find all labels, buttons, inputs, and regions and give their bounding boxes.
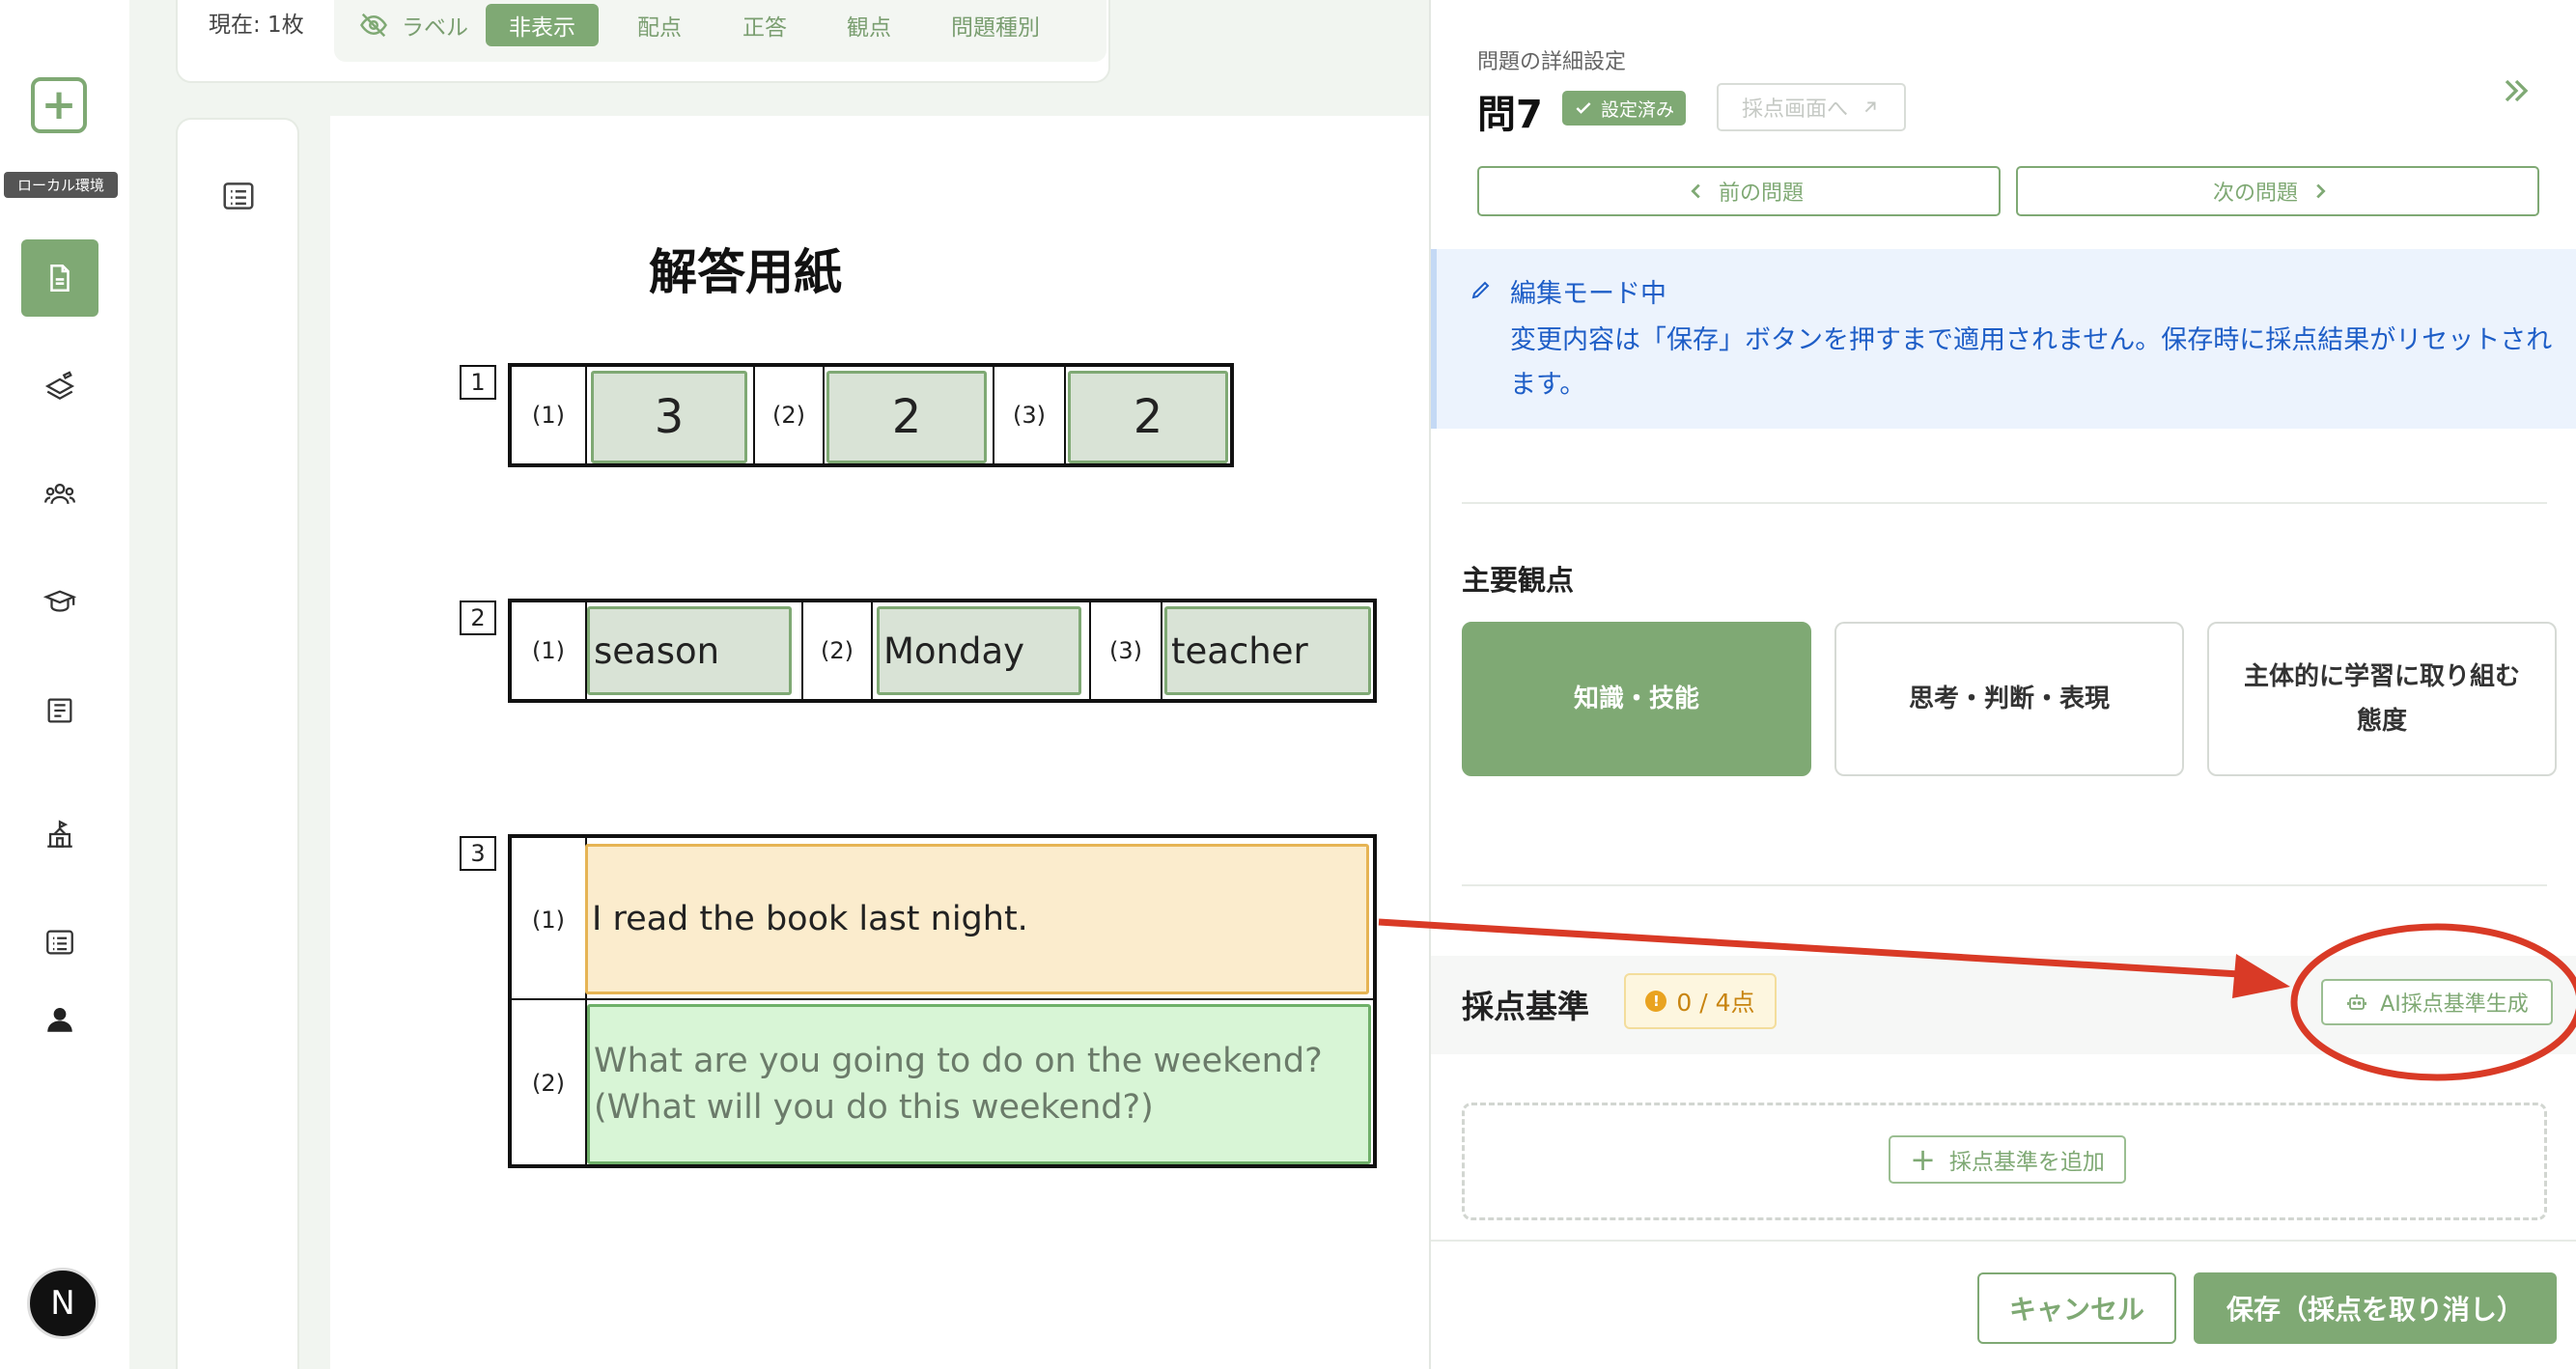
viewpoint-knowledge-skill[interactable]: 知識・技能 xyxy=(1462,622,1811,776)
edit-mode-text: 変更内容は「保存」ボタンを押すまで適用されません。保存時に採点結果がリセットされ… xyxy=(1510,325,2553,400)
sub-question-label: (3) xyxy=(1089,602,1162,699)
divider xyxy=(1462,502,2547,504)
environment-badge: ローカル環境 xyxy=(4,172,118,198)
viewpoint-label: 思考・判断・表現 xyxy=(1908,684,2110,713)
warning-icon: ! xyxy=(1645,991,1667,1012)
collapse-panel-icon[interactable] xyxy=(2497,71,2535,110)
sub-question-label: (1) xyxy=(512,838,587,1002)
answer-box[interactable]: season xyxy=(587,606,792,695)
row-divider xyxy=(510,998,1375,1000)
sub-question-label: (2) xyxy=(801,602,873,699)
add-criteria-button[interactable]: + 採点基準を追加 xyxy=(1889,1135,2126,1184)
viewpoint-label: 知識・技能 xyxy=(1573,684,1699,713)
tab-label-text: ラベル xyxy=(402,15,468,41)
school-icon xyxy=(47,820,72,848)
document-icon xyxy=(50,264,70,293)
status-badge: 設定済み xyxy=(1562,91,1687,126)
stack-pen-icon xyxy=(44,371,75,401)
avatar[interactable]: N xyxy=(27,1268,98,1339)
sidebar-item-groups[interactable] xyxy=(21,456,98,533)
chevron-left-icon xyxy=(1691,183,1700,199)
answer-box-selected[interactable]: I read the book last night. xyxy=(585,844,1369,994)
display-toolbar: 現在: 1枚 ラベル 非表示 配点 正答 観点 問題種別 xyxy=(176,0,1110,83)
question-number: 1 xyxy=(460,365,496,400)
sidebar-item-books[interactable] xyxy=(21,672,98,749)
outline-panel xyxy=(176,118,299,1369)
eye-off-icon xyxy=(360,13,387,38)
viewpoint-attitude[interactable]: 主体的に学習に取り組む 態度 xyxy=(2207,622,2557,776)
sidebar-item-account[interactable] xyxy=(21,981,98,1058)
grading-screen-link[interactable]: 採点画面へ xyxy=(1717,83,1906,131)
tab-points[interactable]: 配点 xyxy=(614,4,705,46)
sub-question-label: (2) xyxy=(512,1002,587,1164)
criteria-points: 0 / 4点 xyxy=(1676,989,1755,1017)
answer-line: (What will you do this weekend?) xyxy=(594,1088,1154,1127)
viewpoint-label-line2: 態度 xyxy=(2356,707,2407,736)
add-criteria-label: 採点基準を追加 xyxy=(1948,1150,2105,1175)
edit-mode-title: 編集モード中 xyxy=(1510,279,1666,309)
answer-sheet-preview xyxy=(330,116,1431,1369)
cancel-button[interactable]: キャンセル xyxy=(1977,1272,2176,1344)
book-icon xyxy=(47,698,72,723)
tab-hidden[interactable]: 非表示 xyxy=(486,4,599,46)
answer-sheet-title: 解答用紙 xyxy=(649,244,842,300)
viewpoint-heading: 主要観点 xyxy=(1462,564,1575,597)
ai-criteria-generate-button[interactable]: AI採点基準生成 xyxy=(2321,979,2553,1025)
outline-list-icon[interactable] xyxy=(220,178,257,214)
criteria-points-badge: ! 0 / 4点 xyxy=(1624,973,1777,1029)
divider xyxy=(1462,884,2547,886)
criteria-heading: 採点基準 xyxy=(1462,988,1589,1025)
previous-question-label: 前の問題 xyxy=(1718,182,1804,206)
tab-question-type[interactable]: 問題種別 xyxy=(928,4,1063,46)
chevron-right-icon xyxy=(2316,183,2326,199)
sidebar-item-school[interactable] xyxy=(21,796,98,873)
check-icon xyxy=(1576,102,1591,114)
external-arrow-icon xyxy=(1864,101,1876,113)
sidebar: + ローカル環境 N xyxy=(0,0,129,1369)
sidebar-item-grading[interactable] xyxy=(21,348,98,425)
current-sheet-count: 現在: 1枚 xyxy=(209,13,304,38)
add-button[interactable]: + xyxy=(31,77,87,133)
tab-label[interactable]: ラベル xyxy=(336,4,491,46)
previous-question-button[interactable]: 前の問題 xyxy=(1477,166,2001,216)
sidebar-item-students[interactable] xyxy=(21,564,98,641)
divider xyxy=(1431,1240,2576,1242)
answer-line: What are you going to do on the weekend? xyxy=(594,1042,1323,1080)
sidebar-item-answer-sheets[interactable] xyxy=(21,239,98,317)
sub-question-label: (1) xyxy=(512,367,587,463)
user-icon xyxy=(47,1007,72,1032)
pencil-icon xyxy=(1471,281,1490,299)
edit-mode-notice: 編集モード中 変更内容は「保存」ボタンを押すまで適用されません。保存時に採点結果… xyxy=(1431,249,2576,429)
answer-box[interactable]: Monday xyxy=(877,606,1081,695)
next-question-label: 次の問題 xyxy=(2212,182,2298,206)
sub-question-label: (1) xyxy=(512,602,587,699)
viewpoint-thinking-judgment[interactable]: 思考・判断・表現 xyxy=(1834,622,2184,776)
answer-box[interactable]: What are you going to do on the weekend?… xyxy=(587,1004,1371,1164)
answer-box[interactable]: 2 xyxy=(826,371,987,463)
viewpoint-label: 主体的に学習に取り組む xyxy=(2243,662,2520,691)
plus-icon: + xyxy=(1910,1141,1936,1178)
sidebar-item-list[interactable] xyxy=(21,904,98,981)
display-tabs: ラベル 非表示 配点 正答 観点 問題種別 xyxy=(334,0,1106,62)
list-icon xyxy=(46,930,73,955)
grading-screen-link-label: 採点画面へ xyxy=(1741,98,1848,122)
next-question-button[interactable]: 次の問題 xyxy=(2016,166,2539,216)
student-cap-icon xyxy=(43,590,76,612)
tab-correct-answer[interactable]: 正答 xyxy=(719,4,810,46)
sub-question-label: (2) xyxy=(753,367,825,463)
answer-box[interactable]: teacher xyxy=(1164,606,1371,695)
group-icon xyxy=(43,483,76,505)
panel-subtitle: 問題の詳細設定 xyxy=(1477,50,1627,74)
tab-viewpoint[interactable]: 観点 xyxy=(824,4,914,46)
answer-box[interactable]: 2 xyxy=(1068,371,1228,463)
sub-question-label: (3) xyxy=(993,367,1066,463)
page-title: 問7 xyxy=(1477,93,1543,137)
robot-icon xyxy=(2347,994,2367,1010)
question-number: 3 xyxy=(460,836,496,871)
question-number: 2 xyxy=(460,601,496,635)
status-badge-label: 設定済み xyxy=(1601,98,1675,121)
save-button[interactable]: 保存（採点を取り消し） xyxy=(2194,1272,2557,1344)
ai-criteria-generate-label: AI採点基準生成 xyxy=(2380,992,2529,1017)
answer-box[interactable]: 3 xyxy=(591,371,747,463)
